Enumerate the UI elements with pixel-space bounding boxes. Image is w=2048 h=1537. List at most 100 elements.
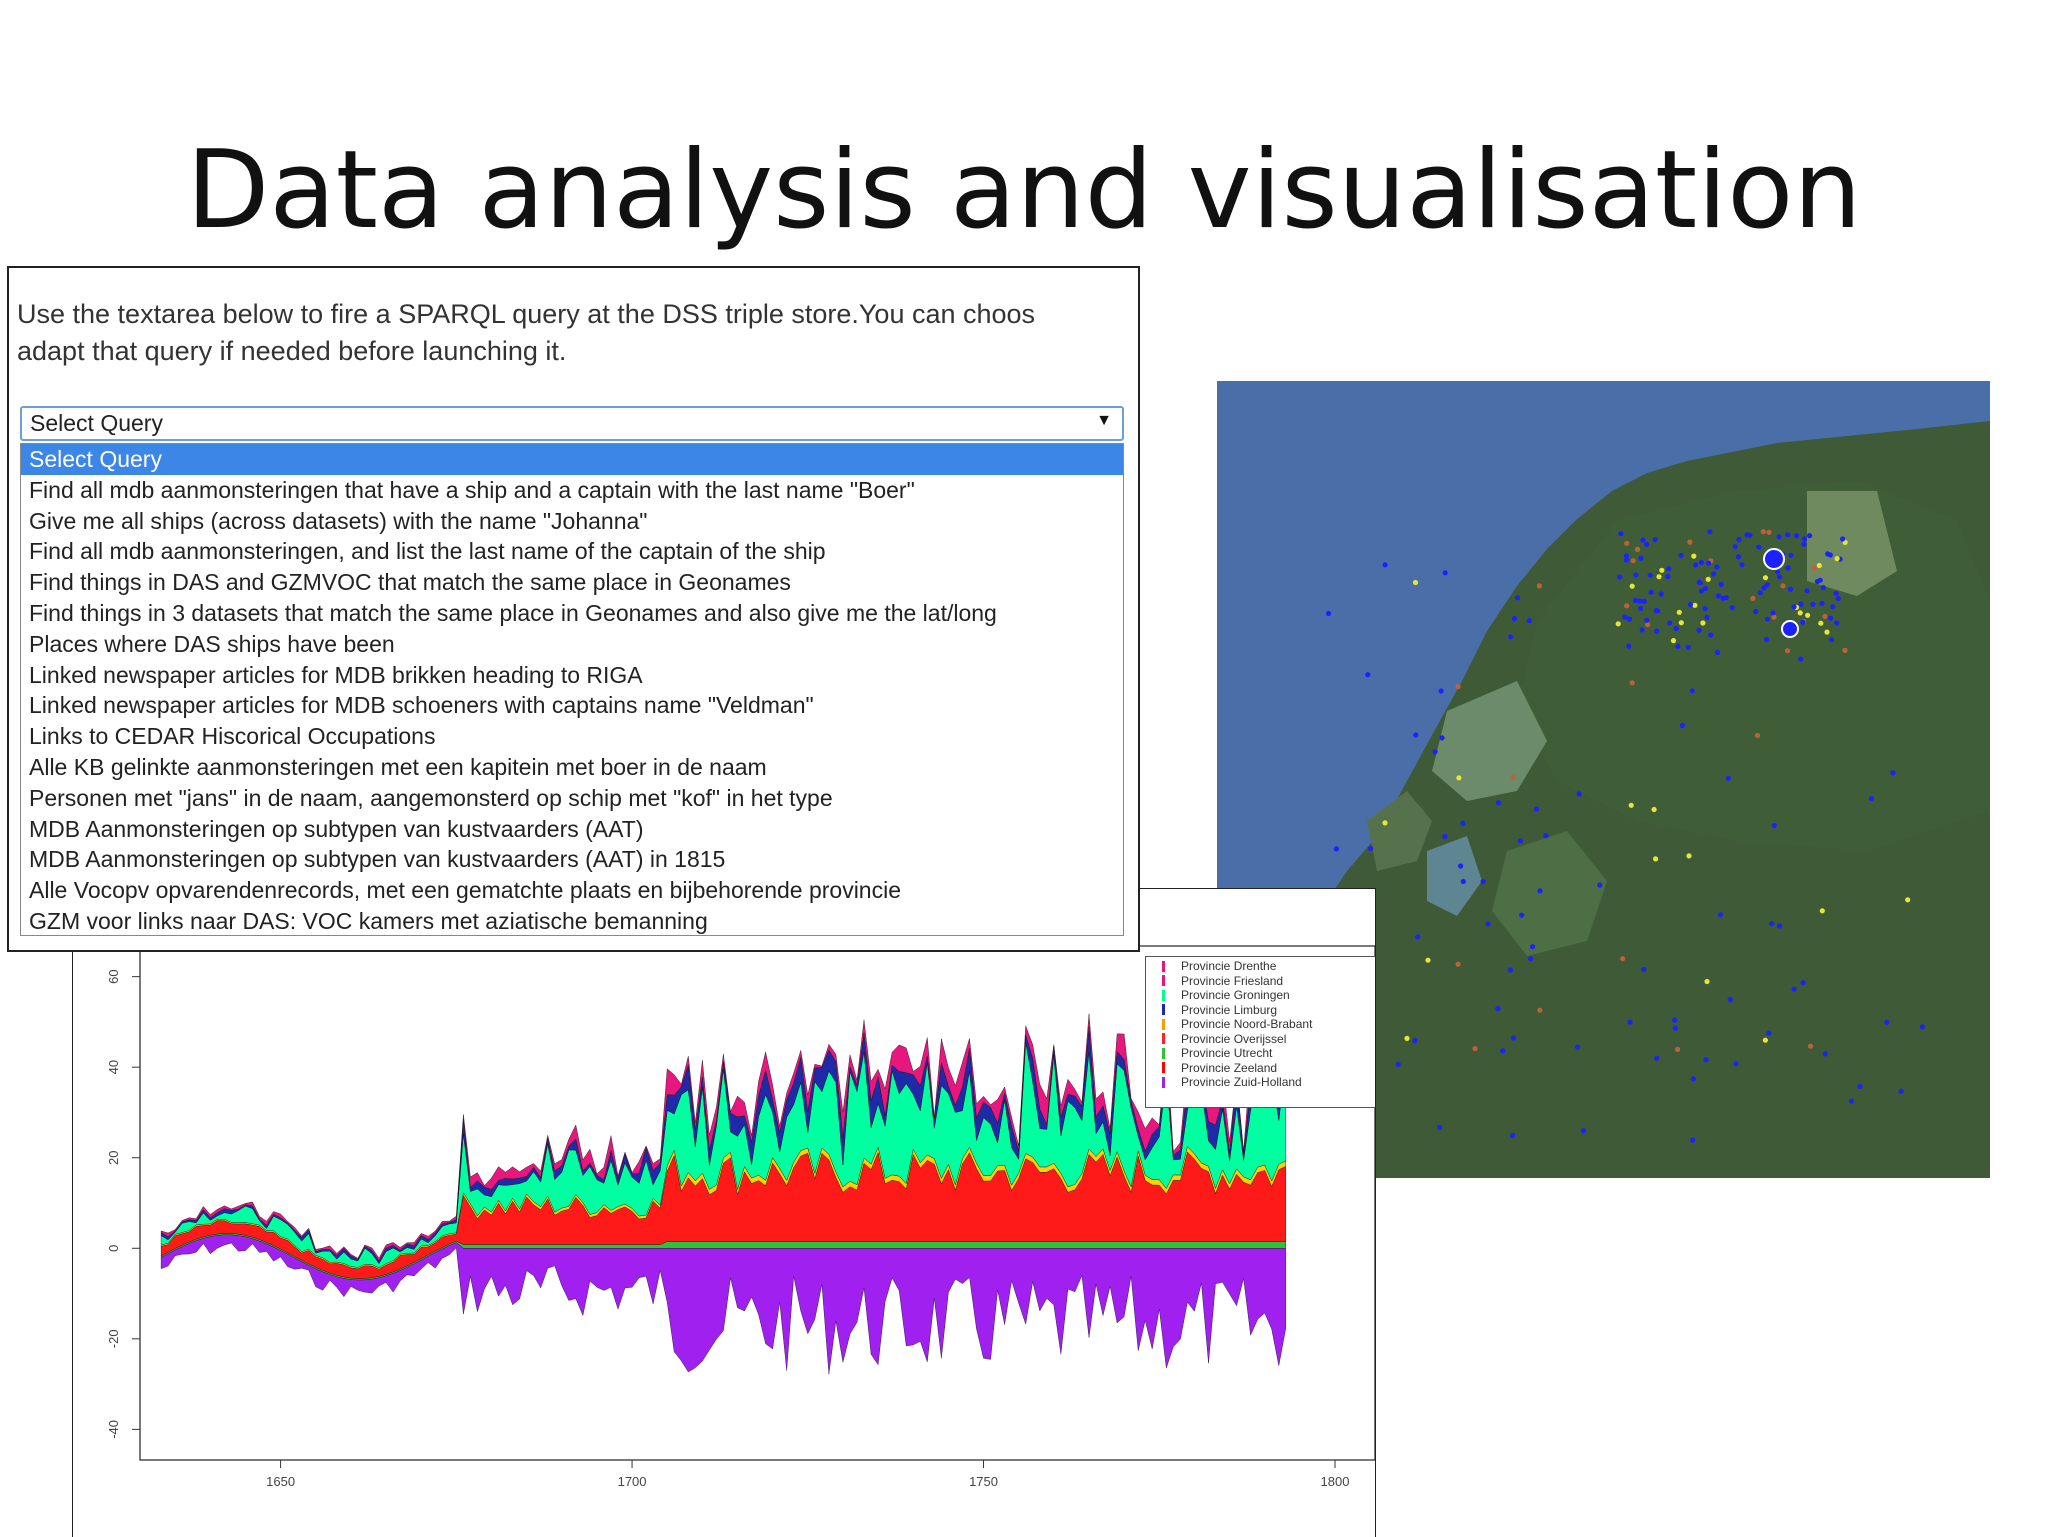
- map-marker: [1715, 593, 1721, 599]
- map-marker: [1771, 614, 1777, 620]
- map-marker: [1692, 602, 1698, 608]
- map-marker: [1769, 921, 1775, 927]
- map-marker: [1785, 565, 1791, 571]
- map-marker: [1630, 558, 1636, 564]
- query-option[interactable]: Find all mdb aanmonsteringen, and list t…: [21, 536, 1123, 567]
- map-marker: [1597, 882, 1603, 888]
- query-option[interactable]: Linked newspaper articles for MDB schoen…: [21, 690, 1123, 721]
- chart-legend: Provincie Drenthe Provincie Friesland Prov…: [1145, 956, 1375, 1108]
- y-tick-label: 60: [106, 969, 121, 983]
- map-marker: [1763, 636, 1770, 643]
- map-marker: [1412, 1038, 1418, 1044]
- map-marker: [1526, 618, 1532, 624]
- map-marker: [1757, 590, 1763, 596]
- legend-swatch: [1162, 1018, 1165, 1030]
- map-marker: [1675, 643, 1681, 649]
- map-marker: [1857, 1083, 1863, 1089]
- query-option[interactable]: Personen met "jans" in de naam, aangemon…: [21, 783, 1123, 814]
- map-marker: [1833, 590, 1839, 596]
- map-marker: [1708, 632, 1714, 638]
- map-marker: [1632, 597, 1639, 603]
- map-marker: [1678, 553, 1684, 559]
- legend-label: Provincie Friesland: [1181, 973, 1284, 988]
- map-marker: [1437, 1124, 1443, 1130]
- map-marker: [1333, 846, 1339, 852]
- legend-swatch: [1162, 960, 1165, 972]
- map-marker: [1382, 562, 1388, 568]
- query-option[interactable]: Select Query: [21, 444, 1123, 475]
- map-marker: [1828, 615, 1834, 621]
- map-marker: [1827, 552, 1833, 558]
- query-option[interactable]: Places where DAS ships have been: [21, 629, 1123, 660]
- map-marker: [1807, 1043, 1814, 1049]
- map-marker: [1822, 613, 1828, 620]
- map-marker: [1834, 556, 1840, 562]
- query-option[interactable]: MDB Aanmonsteringen op subtypen van kust…: [21, 844, 1123, 875]
- map-marker: [1820, 585, 1826, 591]
- map-marker: [1653, 608, 1659, 614]
- map-marker: [1666, 566, 1672, 572]
- query-dropdown-list: Select Query Find all mdb aanmonsteringen…: [20, 443, 1124, 936]
- query-select-value: Select Query: [30, 410, 163, 436]
- map-marker: [1791, 986, 1797, 992]
- map-marker: [1537, 1007, 1543, 1013]
- legend-swatch: [1162, 1062, 1165, 1074]
- map-marker: [1835, 595, 1841, 602]
- map-marker: [1656, 574, 1662, 580]
- map-marker: [1696, 627, 1702, 633]
- legend-entry: Provincie Noord-Brabant: [1146, 1017, 1375, 1032]
- map-marker: [1623, 553, 1630, 559]
- map-marker: [1624, 540, 1630, 546]
- query-option[interactable]: Find things in 3 datasets that match the…: [21, 598, 1123, 629]
- query-option[interactable]: Alle Vocopv opvarendenrecords, met een g…: [21, 875, 1123, 906]
- sparql-query-panel: Use the textarea below to fire a SPARQL …: [7, 266, 1140, 952]
- query-option[interactable]: Give me all ships (across datasets) with…: [21, 506, 1123, 537]
- legend-entry: Provincie Utrecht: [1146, 1046, 1375, 1061]
- x-tick-label: 1650: [266, 1474, 295, 1489]
- map-marker: [1735, 554, 1742, 560]
- query-option[interactable]: GZM voor links naar DAS: VOC kamers met …: [21, 906, 1123, 937]
- map-marker: [1784, 648, 1791, 654]
- legend-label: Provincie Zeeland: [1181, 1060, 1278, 1075]
- map-marker: [1703, 1057, 1709, 1063]
- map-marker: [1404, 1035, 1410, 1041]
- query-option[interactable]: MDB Aanmonsteringen op subtypen van kust…: [21, 814, 1123, 845]
- map-marker: [1645, 622, 1651, 628]
- map-marker: [1842, 647, 1848, 653]
- map-marker: [1807, 533, 1813, 539]
- map-marker: [1622, 614, 1628, 620]
- query-option[interactable]: Links to CEDAR Hiscorical Occupations: [21, 721, 1123, 752]
- map-marker: [1633, 572, 1639, 578]
- map-marker: [1760, 529, 1766, 535]
- legend-label: Provincie Overijssel: [1181, 1031, 1287, 1046]
- map-marker: [1686, 853, 1692, 859]
- query-option[interactable]: Find all mdb aanmonsteringen that have a…: [21, 475, 1123, 506]
- query-option[interactable]: Alle KB gelinkte aanmonsteringen met een…: [21, 752, 1123, 783]
- map-marker: [1750, 595, 1756, 601]
- map-marker: [1739, 562, 1745, 568]
- query-option[interactable]: Linked newspaper articles for MDB brikke…: [21, 660, 1123, 691]
- chevron-down-icon: ▼: [1096, 412, 1112, 429]
- map-marker: [1675, 1046, 1681, 1052]
- map-marker: [1720, 595, 1726, 601]
- query-option[interactable]: Find things in DAS and GZMVOC that match…: [21, 567, 1123, 598]
- map-marker: [1868, 795, 1874, 802]
- legend-entry: Provincie Overijssel: [1146, 1031, 1375, 1047]
- legend-swatch: [1162, 989, 1165, 1001]
- map-marker: [1533, 806, 1540, 812]
- map-marker: [1814, 578, 1820, 585]
- map-marker: [1771, 822, 1777, 829]
- map-marker: [1543, 833, 1549, 839]
- map-marker: [1673, 625, 1679, 632]
- map-marker: [1793, 533, 1800, 539]
- map-marker: [1816, 562, 1822, 569]
- map-marker: [1670, 638, 1677, 644]
- query-select[interactable]: Select Query ▼: [20, 406, 1124, 441]
- map-marker: [1689, 688, 1695, 694]
- map-marker: [1848, 1098, 1855, 1104]
- map-marker: [1800, 619, 1806, 625]
- map-marker: [1654, 628, 1660, 634]
- map-marker: [1634, 546, 1641, 552]
- map-marker: [1754, 732, 1761, 739]
- map-cluster-marker: [1781, 620, 1799, 638]
